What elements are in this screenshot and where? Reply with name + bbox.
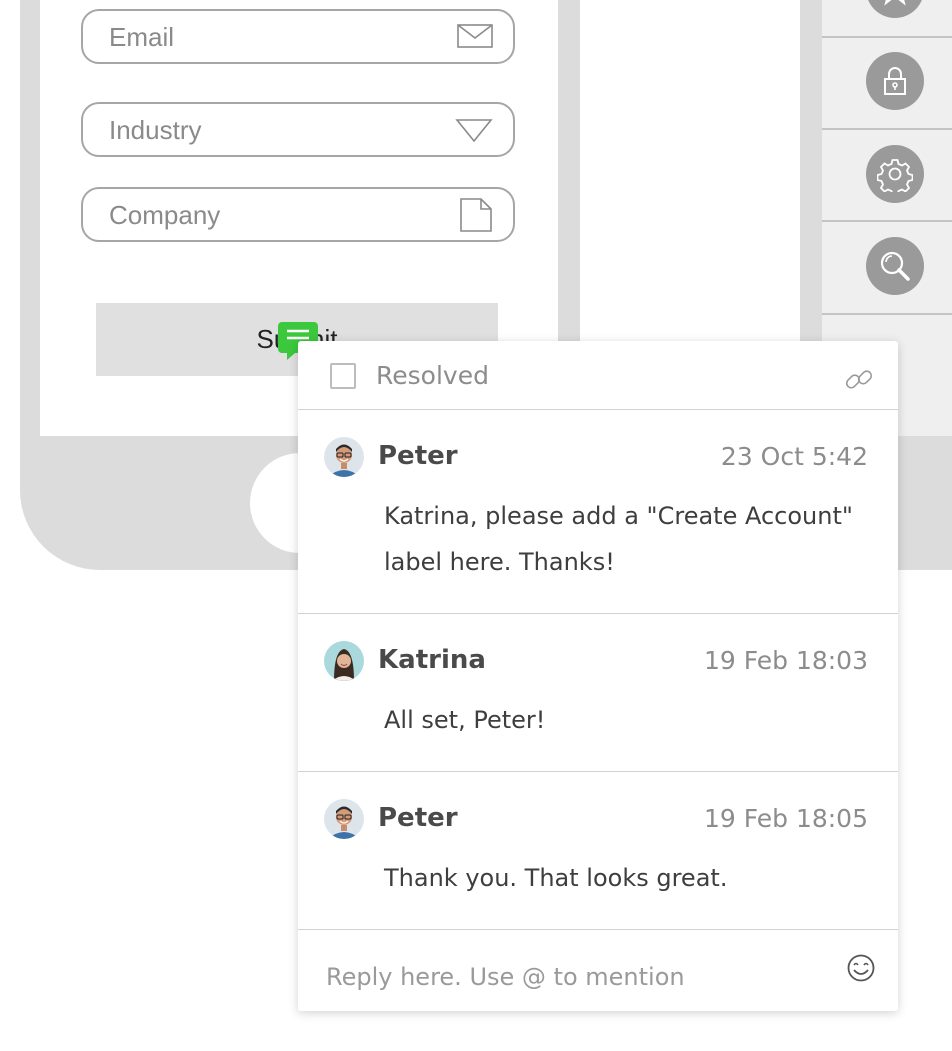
header-divider [298,409,898,410]
lock-button[interactable] [866,52,924,110]
comment-timestamp: 19 Feb 18:03 [703,646,868,675]
comment-divider [298,771,898,772]
comment-author[interactable]: Peter [378,441,458,471]
industry-select[interactable]: Industry [81,102,515,157]
email-field[interactable]: Email [81,9,515,64]
avatar-katrina [324,641,364,681]
canvas: Email Industry Company Submit Resolved [0,0,952,1051]
envelope-icon [457,24,493,48]
dropdown-triangle-icon [455,119,493,143]
email-placeholder: Email [109,22,175,52]
comment-text: Thank you. That looks great. [384,864,728,892]
reply-input[interactable] [326,957,826,997]
comment-divider [298,613,898,614]
star-icon [884,0,906,6]
comment-timestamp: 19 Feb 18:05 [703,804,868,833]
toolbar-divider [822,128,952,130]
comment-thread-panel: Resolved Peter 23 Oct 5:42 Katrina, plea… [298,341,898,1011]
comment-author[interactable]: Katrina [378,645,486,675]
toolbar-divider [822,313,952,315]
document-icon [460,198,492,232]
lock-icon [884,67,906,95]
avatar-peter [324,437,364,477]
company-field[interactable]: Company [81,187,515,242]
search-icon [880,251,910,281]
comment-text: All set, Peter! [384,706,546,734]
link-icon[interactable] [844,365,874,395]
company-placeholder: Company [109,200,221,230]
industry-placeholder: Industry [109,115,202,145]
gear-icon [877,159,913,192]
comment-text: Katrina, please add a "Create Account" l… [384,502,853,576]
comment-author[interactable]: Peter [378,803,458,833]
avatar-peter [324,799,364,839]
search-button[interactable] [866,237,924,295]
emoji-icon[interactable] [846,953,876,983]
comment-timestamp: 23 Oct 5:42 [720,442,868,471]
resolved-label: Resolved [376,361,489,390]
reply-divider [298,929,898,930]
settings-button[interactable] [866,145,924,203]
toolbar-divider [822,220,952,222]
toolbar-divider [822,36,952,38]
resolved-checkbox[interactable] [330,363,356,389]
